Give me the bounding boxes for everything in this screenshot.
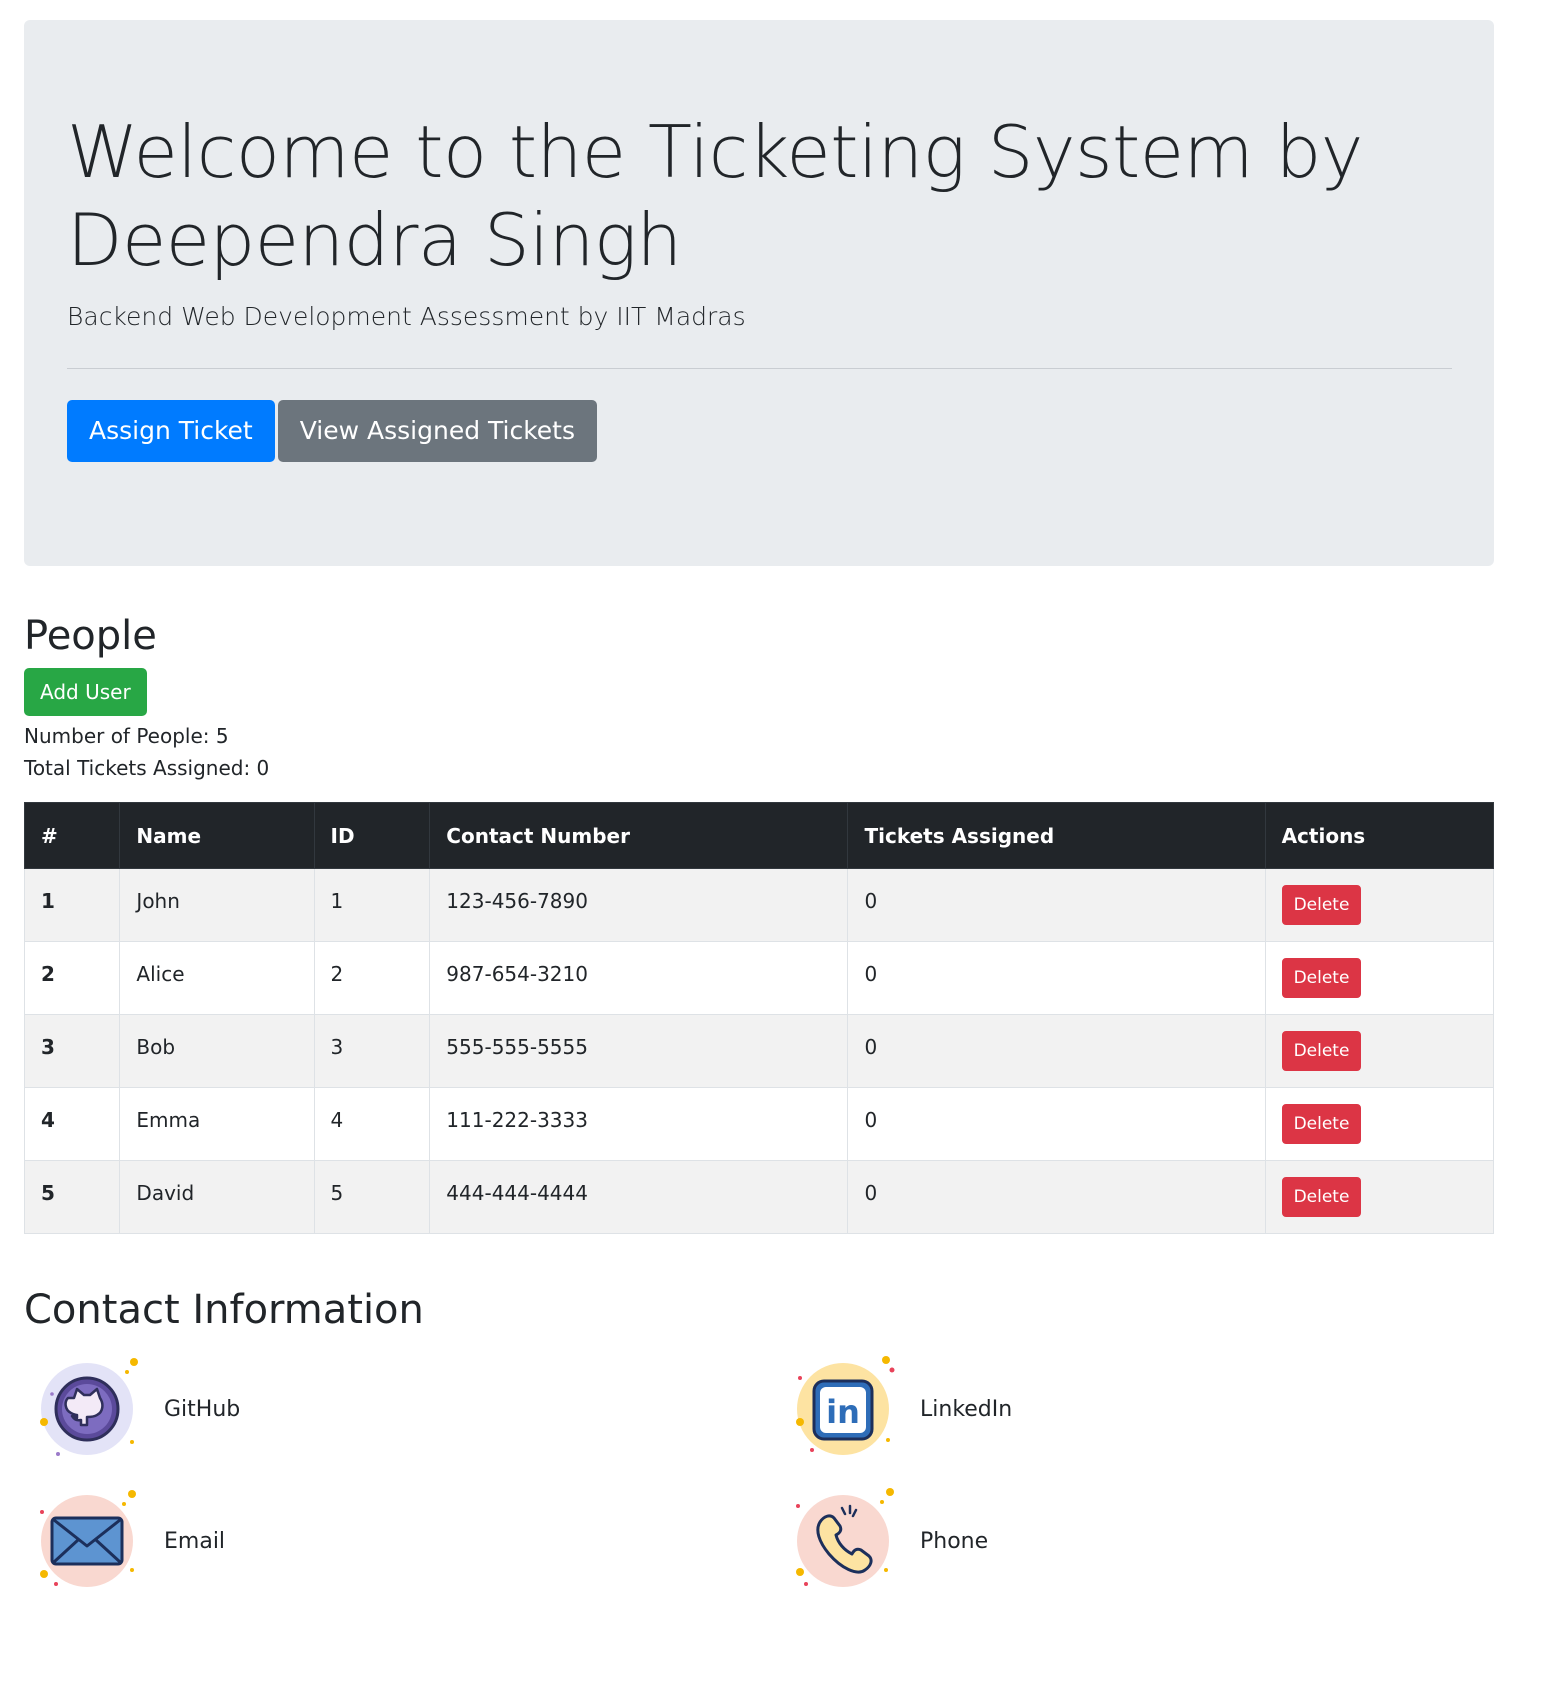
person-tickets: 0 xyxy=(847,1160,1266,1234)
person-name: John xyxy=(119,868,315,942)
delete-button[interactable]: Delete xyxy=(1281,1104,1362,1144)
people-table: # Name ID Contact Number Tickets Assigne… xyxy=(23,802,1495,1234)
person-contact: 555-555-5555 xyxy=(429,1014,849,1088)
phone-label: Phone xyxy=(920,1528,989,1554)
row-number: 4 xyxy=(23,1087,121,1161)
person-id: 1 xyxy=(313,868,431,942)
row-number: 2 xyxy=(23,941,121,1015)
row-actions: Delete xyxy=(1264,1014,1495,1088)
github-label: GitHub xyxy=(164,1396,241,1422)
people-count: Number of People: 5 xyxy=(24,724,229,748)
row-number: 3 xyxy=(23,1014,121,1088)
person-id: 3 xyxy=(313,1014,431,1088)
person-contact: 111-222-3333 xyxy=(429,1087,849,1161)
person-id: 5 xyxy=(313,1160,431,1234)
column-header-number: # xyxy=(23,802,121,869)
person-id: 2 xyxy=(313,941,431,1015)
add-user-button[interactable]: Add User xyxy=(24,668,147,716)
person-contact: 123-456-7890 xyxy=(429,868,849,942)
page-container: Welcome to the Ticketing System by Deepe… xyxy=(23,20,1495,1614)
table-row: 5 David 5 444-444-4444 0 Delete xyxy=(23,1160,1495,1234)
table-header-row: # Name ID Contact Number Tickets Assigne… xyxy=(23,802,1495,869)
total-tickets-assigned: Total Tickets Assigned: 0 xyxy=(24,756,270,780)
delete-button[interactable]: Delete xyxy=(1281,1177,1362,1217)
column-header-actions: Actions xyxy=(1264,802,1495,869)
person-name: David xyxy=(119,1160,315,1234)
person-id: 4 xyxy=(313,1087,431,1161)
email-link[interactable]: Email xyxy=(34,1486,225,1596)
row-number: 1 xyxy=(23,868,121,942)
delete-button[interactable]: Delete xyxy=(1281,885,1362,925)
email-label: Email xyxy=(164,1528,226,1554)
person-contact: 987-654-3210 xyxy=(429,941,849,1015)
column-header-contact-number: Contact Number xyxy=(429,802,849,869)
assign-ticket-button[interactable]: Assign Ticket xyxy=(67,400,275,462)
row-actions: Delete xyxy=(1264,1160,1495,1234)
people-stats: Number of People: 5 Total Tickets Assign… xyxy=(24,720,1494,784)
contact-heading: Contact Information xyxy=(24,1287,424,1333)
svg-text:in: in xyxy=(826,1393,860,1431)
row-actions: Delete xyxy=(1264,1087,1495,1161)
linkedin-link[interactable]: in LinkedIn xyxy=(790,1354,1012,1464)
contact-links: GitHub in LinkedIn Email Phone xyxy=(24,1354,1494,1614)
page-title: Welcome to the Ticketing System by Deepe… xyxy=(67,110,1363,282)
person-tickets: 0 xyxy=(847,868,1266,942)
delete-button[interactable]: Delete xyxy=(1281,1031,1362,1071)
people-heading: People xyxy=(24,613,157,659)
person-contact: 444-444-4444 xyxy=(429,1160,849,1234)
linkedin-label: LinkedIn xyxy=(920,1396,1013,1422)
divider xyxy=(67,368,1452,369)
table-row: 4 Emma 4 111-222-3333 0 Delete xyxy=(23,1087,1495,1161)
row-number: 5 xyxy=(23,1160,121,1234)
person-name: Alice xyxy=(119,941,315,1015)
person-name: Emma xyxy=(119,1087,315,1161)
github-icon xyxy=(34,1354,144,1464)
row-actions: Delete xyxy=(1264,868,1495,942)
delete-button[interactable]: Delete xyxy=(1281,958,1362,998)
person-name: Bob xyxy=(119,1014,315,1088)
welcome-banner: Welcome to the Ticketing System by Deepe… xyxy=(24,20,1494,566)
page-subtitle: Backend Web Development Assessment by II… xyxy=(67,302,746,331)
column-header-id: ID xyxy=(313,802,431,869)
github-link[interactable]: GitHub xyxy=(34,1354,240,1464)
column-header-tickets-assigned: Tickets Assigned xyxy=(847,802,1266,869)
table-row: 2 Alice 2 987-654-3210 0 Delete xyxy=(23,941,1495,1015)
phone-icon xyxy=(790,1486,900,1596)
linkedin-icon: in xyxy=(790,1354,900,1464)
email-icon xyxy=(34,1486,144,1596)
table-row: 3 Bob 3 555-555-5555 0 Delete xyxy=(23,1014,1495,1088)
person-tickets: 0 xyxy=(847,1087,1266,1161)
phone-link[interactable]: Phone xyxy=(790,1486,988,1596)
person-tickets: 0 xyxy=(847,941,1266,1015)
column-header-name: Name xyxy=(119,802,315,869)
person-tickets: 0 xyxy=(847,1014,1266,1088)
view-assigned-tickets-button[interactable]: View Assigned Tickets xyxy=(277,400,598,462)
table-row: 1 John 1 123-456-7890 0 Delete xyxy=(23,868,1495,942)
row-actions: Delete xyxy=(1264,941,1495,1015)
